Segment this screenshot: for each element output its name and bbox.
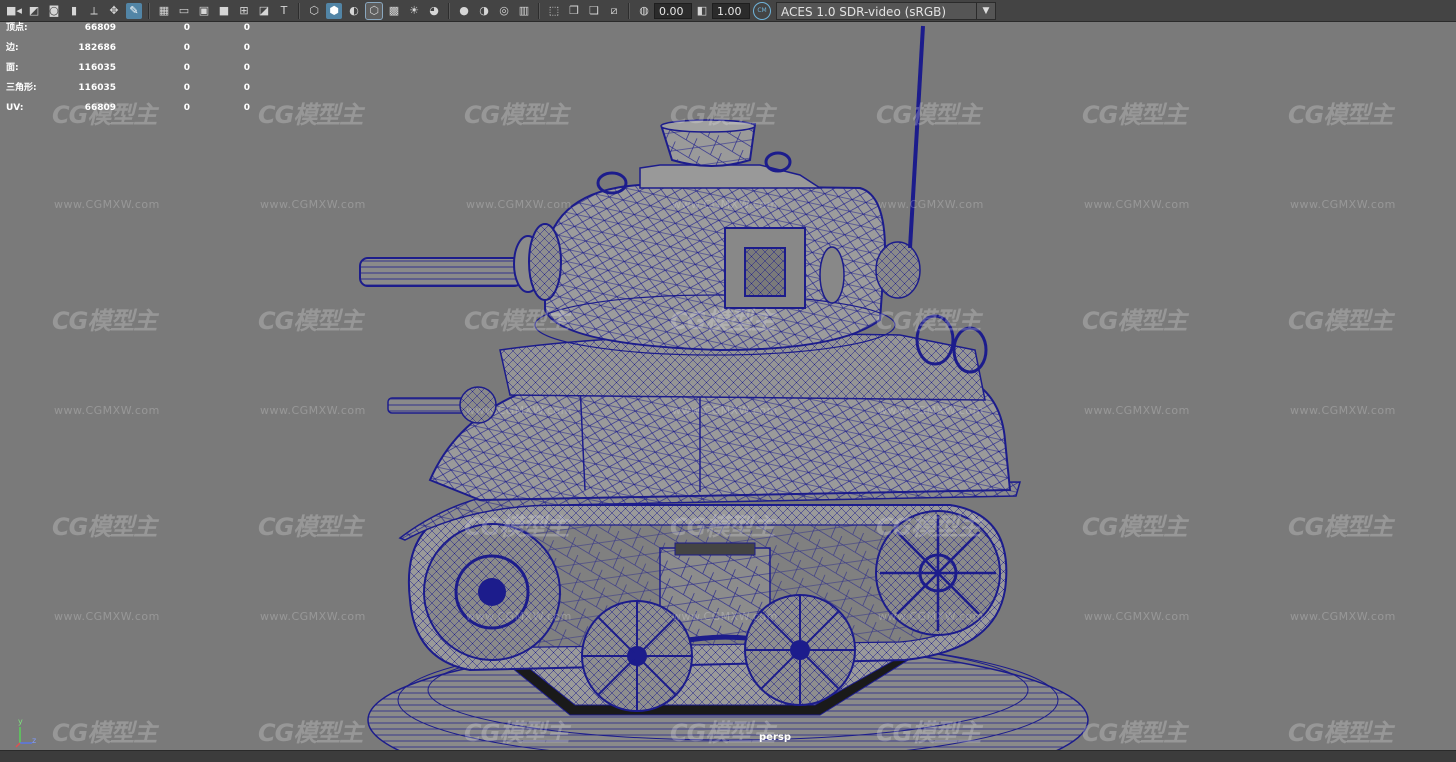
depth-of-field-icon[interactable]: ▥ xyxy=(516,3,532,19)
camera-name-label: persp xyxy=(759,732,791,743)
antenna xyxy=(908,25,925,249)
hud-value-selected: 0 xyxy=(183,103,190,113)
camera-tumble-icon[interactable]: ◙ xyxy=(46,3,62,19)
hud-value-triangles: 0 xyxy=(243,23,250,33)
wireframe-on-shaded-icon[interactable]: ⬡ xyxy=(365,1,383,20)
hud-value-triangles: 0 xyxy=(243,103,250,113)
front-sprocket-wheel xyxy=(423,523,561,661)
hud-value-triangles: 0 xyxy=(243,83,250,93)
xray-joints-icon[interactable]: ⧄ xyxy=(606,3,622,19)
hull-machine-gun xyxy=(387,386,497,424)
hud-value-object: 116035 xyxy=(78,63,116,73)
hud-value-object: 66809 xyxy=(84,23,116,33)
screen-space-ao-icon[interactable]: ● xyxy=(456,3,472,19)
view-transform-value: ACES 1.0 SDR-video (sRGB) xyxy=(781,4,947,19)
camera-select-icon[interactable]: ■◂ xyxy=(6,3,22,19)
exposure-icon[interactable]: ◍ xyxy=(636,3,652,19)
xray-icon[interactable]: ❐ xyxy=(566,3,582,19)
turret xyxy=(534,151,921,356)
gamma-field[interactable]: 1.00 xyxy=(712,2,750,19)
xray-active-components-icon[interactable]: ❏ xyxy=(586,3,602,19)
hud-value-triangles: 0 xyxy=(243,43,250,53)
exposure-field[interactable]: 0.00 xyxy=(654,2,692,19)
hud-value-selected: 0 xyxy=(183,43,190,53)
motion-blur-icon[interactable]: ◑ xyxy=(476,3,492,19)
view-transform-dropdown[interactable]: ACES 1.0 SDR-video (sRGB) ▼ xyxy=(776,1,996,20)
hud-row-vertices: 顶点: 66809 0 0 xyxy=(6,22,266,42)
default-material-icon[interactable]: ◐ xyxy=(346,3,362,19)
film-gate-icon[interactable]: ▭ xyxy=(176,3,192,19)
grease-pencil-icon[interactable]: ✎ xyxy=(126,2,142,19)
hud-row-uvs: UV: 66809 0 0 xyxy=(6,102,266,122)
hud-label: 顶点: xyxy=(6,23,28,33)
color-management-icon[interactable]: CM xyxy=(753,1,771,20)
hud-value-selected: 0 xyxy=(183,23,190,33)
viewport-toolbar: ■◂ ◩ ◙ ▮ ⟂ ✥ ✎ ▦ ▭ ▣ ■ ⊞ ◪ T ⬡ ⬢ ◐ ⬡ ▩ ☀… xyxy=(0,0,1456,22)
hud-value-selected: 0 xyxy=(183,83,190,93)
gamma-icon[interactable]: ◧ xyxy=(694,3,710,19)
bottom-status-strip xyxy=(0,750,1456,762)
poly-count-hud: 顶点: 66809 0 0 边: 182686 0 0 面: 116035 0 … xyxy=(6,22,266,122)
rear-idler-wheel xyxy=(875,510,1001,636)
toolbar-separator xyxy=(148,2,150,19)
camera-attributes-icon[interactable]: ◩ xyxy=(26,3,42,19)
toolbar-separator xyxy=(538,2,540,19)
safe-action-icon[interactable]: ◪ xyxy=(256,3,272,19)
image-plane-icon[interactable]: ⟂ xyxy=(86,3,102,19)
commander-cupola xyxy=(660,119,757,167)
wireframe-icon[interactable]: ⬡ xyxy=(306,3,322,19)
axis-y-label: y xyxy=(18,717,23,726)
textured-icon[interactable]: ▩ xyxy=(386,3,402,19)
hud-label: 面: xyxy=(6,63,19,73)
safe-title-icon[interactable]: T xyxy=(276,3,292,19)
hud-label: 边: xyxy=(6,43,19,53)
hud-label: 三角形: xyxy=(6,83,37,93)
toolbar-separator xyxy=(628,2,630,19)
anti-aliasing-icon[interactable]: ◎ xyxy=(496,3,512,19)
shadows-icon[interactable]: ◕ xyxy=(426,3,442,19)
hud-value-selected: 0 xyxy=(183,63,190,73)
2d-pan-zoom-icon[interactable]: ✥ xyxy=(106,3,122,19)
hud-row-faces: 面: 116035 0 0 xyxy=(6,62,266,82)
hud-label: UV: xyxy=(6,103,24,113)
gate-mask-icon[interactable]: ■ xyxy=(216,3,232,19)
maya-viewport-app: ■◂ ◩ ◙ ▮ ⟂ ✥ ✎ ▦ ▭ ▣ ■ ⊞ ◪ T ⬡ ⬢ ◐ ⬡ ▩ ☀… xyxy=(0,0,1456,762)
chevron-down-icon: ▼ xyxy=(976,2,995,19)
grid-icon[interactable]: ▦ xyxy=(156,3,172,19)
main-gun xyxy=(359,223,562,301)
view-axis-gizmo: y z xyxy=(8,717,40,751)
hud-value-triangles: 0 xyxy=(243,63,250,73)
toolbar-separator xyxy=(448,2,450,19)
resolution-gate-icon[interactable]: ▣ xyxy=(196,3,212,19)
hud-value-object: 116035 xyxy=(78,83,116,93)
toolbar-separator xyxy=(298,2,300,19)
isolate-select-icon[interactable]: ⬚ xyxy=(546,3,562,19)
field-chart-icon[interactable]: ⊞ xyxy=(236,3,252,19)
tank-wireframe-model xyxy=(359,25,1089,750)
hud-value-object: 66809 xyxy=(84,103,116,113)
lights-icon[interactable]: ☀ xyxy=(406,3,422,19)
hud-value-object: 182686 xyxy=(78,43,116,53)
hud-row-edges: 边: 182686 0 0 xyxy=(6,42,266,62)
hud-row-triangles: 三角形: 116035 0 0 xyxy=(6,82,266,102)
perspective-viewport[interactable]: CG模型主 www.CGMXW.com CG模型主 www.CGMXW.com CG模型… xyxy=(0,23,1456,750)
smooth-shade-icon[interactable]: ⬢ xyxy=(326,2,342,19)
axis-z-label: z xyxy=(32,736,37,745)
bookmark-icon[interactable]: ▮ xyxy=(66,3,82,19)
